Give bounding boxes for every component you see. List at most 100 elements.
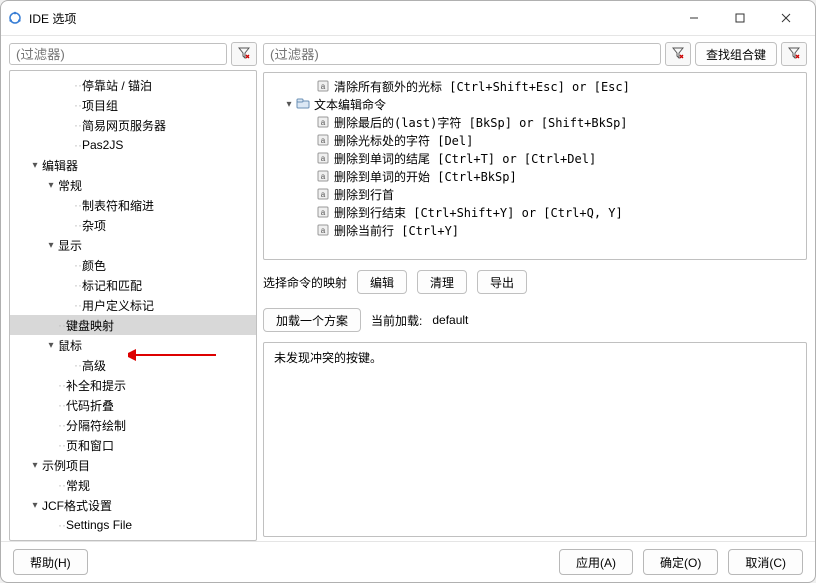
tree-item[interactable]: ·· 补全和提示: [10, 375, 256, 395]
maximize-button[interactable]: [717, 2, 763, 34]
tree-item[interactable]: ·· 高级: [10, 355, 256, 375]
tree-item-label: 键盘映射: [66, 317, 114, 334]
command-tree[interactable]: a清除所有额外的光标 [Ctrl+Shift+Esc] or [Esc]▾文本编…: [263, 72, 807, 260]
combo-clear-button[interactable]: [781, 42, 807, 66]
apply-button[interactable]: 应用(A): [559, 549, 633, 575]
right-filter-clear-button[interactable]: [665, 42, 691, 66]
window-title: IDE 选项: [29, 10, 76, 27]
load-scheme-button[interactable]: 加载一个方案: [263, 308, 361, 332]
tree-item-label: 页和窗口: [66, 437, 114, 454]
action-icon: a: [316, 206, 330, 218]
tree-item-label: 标记和匹配: [82, 277, 142, 294]
tree-item[interactable]: ·· 标记和匹配: [10, 275, 256, 295]
tree-item[interactable]: ·· 用户定义标记: [10, 295, 256, 315]
command-label: 文本编辑命令: [314, 96, 386, 113]
clear-button[interactable]: 清理: [417, 270, 467, 294]
svg-text:a: a: [321, 190, 326, 199]
command-label: 删除当前行 [Ctrl+Y]: [334, 222, 459, 239]
action-icon: a: [316, 188, 330, 200]
action-icon: a: [316, 134, 330, 146]
tree-item[interactable]: ·· 杂项: [10, 215, 256, 235]
action-icon: a: [316, 80, 330, 92]
action-icon: a: [316, 116, 330, 128]
app-icon: [7, 10, 23, 26]
command-item[interactable]: ▾文本编辑命令: [264, 95, 806, 113]
tree-item[interactable]: ·· 简易网页服务器: [10, 115, 256, 135]
tree-item-label: 项目组: [82, 97, 118, 114]
command-item[interactable]: a 删除到行首: [264, 185, 806, 203]
current-scheme-label: 当前加载:: [371, 312, 422, 329]
tree-item[interactable]: ·· 常规: [10, 475, 256, 495]
tree-item-label: 鼠标: [58, 337, 82, 354]
svg-text:a: a: [321, 226, 326, 235]
tree-item-label: 用户定义标记: [82, 297, 154, 314]
funnel-icon: [788, 47, 800, 62]
command-label: 删除光标处的字符 [Del]: [334, 132, 473, 149]
tree-item-label: 编辑器: [42, 157, 78, 174]
tree-item[interactable]: ·· 代码折叠: [10, 395, 256, 415]
svg-text:a: a: [321, 82, 326, 91]
title-bar: IDE 选项: [1, 1, 815, 36]
command-item[interactable]: a 删除当前行 [Ctrl+Y]: [264, 221, 806, 239]
find-combo-button[interactable]: 查找组合键: [695, 42, 777, 66]
action-icon: a: [316, 152, 330, 164]
tree-item[interactable]: ·· 制表符和缩进: [10, 195, 256, 215]
right-filter-input[interactable]: [263, 43, 661, 65]
command-label: 删除到行首: [334, 186, 394, 203]
tree-item[interactable]: ·· 停靠站 / 锚泊: [10, 75, 256, 95]
tree-item-label: 分隔符绘制: [66, 417, 126, 434]
chevron-icon: ▾: [28, 500, 42, 511]
command-item[interactable]: a 删除到单词的结尾 [Ctrl+T] or [Ctrl+Del]: [264, 149, 806, 167]
command-label: 删除到单词的开始 [Ctrl+BkSp]: [334, 168, 517, 185]
tree-item-label: 补全和提示: [66, 377, 126, 394]
tree-item-label: 常规: [66, 477, 90, 494]
tree-item-label: 简易网页服务器: [82, 117, 166, 134]
action-icon: a: [316, 170, 330, 182]
ok-button[interactable]: 确定(O): [643, 549, 718, 575]
tree-item[interactable]: ▾显示: [10, 235, 256, 255]
command-label: 删除到单词的结尾 [Ctrl+T] or [Ctrl+Del]: [334, 150, 596, 167]
command-item[interactable]: a 删除光标处的字符 [Del]: [264, 131, 806, 149]
chevron-icon: ▾: [28, 460, 42, 471]
conflict-panel: 未发现冲突的按键。: [263, 342, 807, 537]
tree-item-label: JCF格式设置: [42, 497, 112, 514]
tree-item-label: 高级: [82, 357, 106, 374]
tree-item[interactable]: ▾鼠标: [10, 335, 256, 355]
funnel-icon: [238, 47, 250, 62]
dialog-footer: 帮助(H) 应用(A) 确定(O) 取消(C): [1, 541, 815, 582]
svg-text:a: a: [321, 118, 326, 127]
conflict-text: 未发现冲突的按键。: [274, 351, 382, 365]
svg-text:a: a: [321, 172, 326, 181]
command-item[interactable]: a 删除到单词的开始 [Ctrl+BkSp]: [264, 167, 806, 185]
tree-item-label: 制表符和缩进: [82, 197, 154, 214]
tree-item[interactable]: ·· 项目组: [10, 95, 256, 115]
tree-item[interactable]: ·· 颜色: [10, 255, 256, 275]
command-item[interactable]: a清除所有额外的光标 [Ctrl+Shift+Esc] or [Esc]: [264, 77, 806, 95]
edit-button[interactable]: 编辑: [357, 270, 407, 294]
tree-item[interactable]: ·· 页和窗口: [10, 435, 256, 455]
minimize-button[interactable]: [671, 2, 717, 34]
tree-item[interactable]: ▾JCF格式设置: [10, 495, 256, 515]
tree-item[interactable]: ·· 分隔符绘制: [10, 415, 256, 435]
export-button[interactable]: 导出: [477, 270, 527, 294]
left-filter-clear-button[interactable]: [231, 42, 257, 66]
command-label: 删除到行结束 [Ctrl+Shift+Y] or [Ctrl+Q, Y]: [334, 204, 623, 221]
close-button[interactable]: [763, 2, 809, 34]
action-icon: a: [316, 224, 330, 236]
tree-item[interactable]: ▾常规: [10, 175, 256, 195]
tree-item[interactable]: ▾编辑器: [10, 155, 256, 175]
tree-item-label: 示例项目: [42, 457, 90, 474]
tree-item[interactable]: ·· Settings File: [10, 515, 256, 535]
cancel-button[interactable]: 取消(C): [728, 549, 803, 575]
mapping-section-label: 选择命令的映射: [263, 274, 347, 291]
tree-item[interactable]: ·· 键盘映射: [10, 315, 256, 335]
chevron-icon: ▾: [44, 180, 58, 191]
category-tree[interactable]: ·· 停靠站 / 锚泊·· 项目组·· 简易网页服务器·· Pas2JS▾编辑器…: [9, 70, 257, 541]
command-item[interactable]: a删除最后的(last)字符 [BkSp] or [Shift+BkSp]: [264, 113, 806, 131]
left-filter-input[interactable]: [9, 43, 227, 65]
tree-item-label: Settings File: [66, 518, 132, 532]
command-item[interactable]: a 删除到行结束 [Ctrl+Shift+Y] or [Ctrl+Q, Y]: [264, 203, 806, 221]
tree-item[interactable]: ·· Pas2JS: [10, 135, 256, 155]
help-button[interactable]: 帮助(H): [13, 549, 88, 575]
tree-item[interactable]: ▾示例项目: [10, 455, 256, 475]
